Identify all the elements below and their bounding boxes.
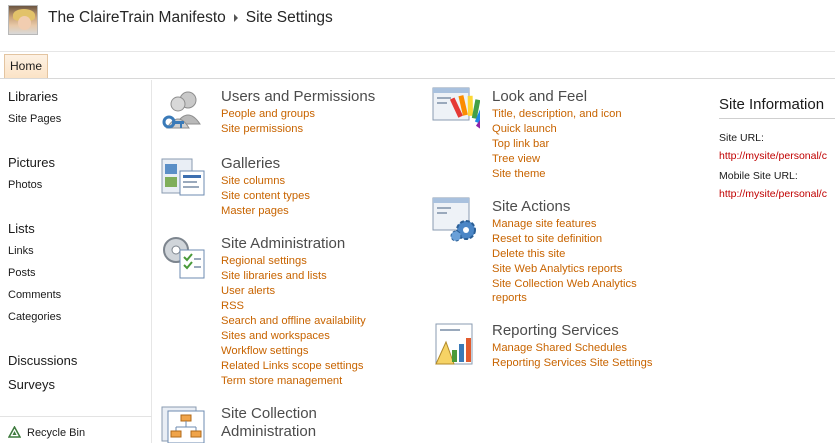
breadcrumb-separator-icon xyxy=(233,14,238,22)
mobile-site-url-label: Mobile Site URL: xyxy=(719,170,798,182)
look-and-feel-title: Look and Feel xyxy=(492,88,588,105)
galleries-title: Galleries xyxy=(221,155,281,172)
page-header: The ClaireTrain Manifesto Site Settings xyxy=(0,0,835,52)
ql-item-site-pages[interactable]: Site Pages xyxy=(8,113,61,125)
link-master-pages[interactable]: Master pages xyxy=(221,205,289,217)
site-administration-icon xyxy=(160,232,208,280)
galleries-icon xyxy=(160,153,208,201)
ql-item-photos[interactable]: Photos xyxy=(8,179,42,191)
link-site-web-analytics[interactable]: Site Web Analytics reports xyxy=(492,263,622,275)
link-site-theme[interactable]: Site theme xyxy=(492,168,545,180)
link-site-libraries-lists[interactable]: Site libraries and lists xyxy=(221,270,327,282)
ql-item-links[interactable]: Links xyxy=(8,245,34,257)
page-title: Site Settings xyxy=(245,9,333,26)
link-regional-settings[interactable]: Regional settings xyxy=(221,255,307,267)
link-manage-shared-schedules[interactable]: Manage Shared Schedules xyxy=(492,342,627,354)
link-quick-launch[interactable]: Quick launch xyxy=(492,123,557,135)
link-people-groups[interactable]: People and groups xyxy=(221,108,315,120)
link-tree-view[interactable]: Tree view xyxy=(492,153,540,165)
site-title-link[interactable]: The ClaireTrain Manifesto xyxy=(48,9,226,27)
link-search-offline[interactable]: Search and offline availability xyxy=(221,315,366,327)
ql-heading-lists[interactable]: Lists xyxy=(8,221,35,236)
reporting-services-icon xyxy=(432,320,480,368)
link-top-link-bar[interactable]: Top link bar xyxy=(492,138,549,150)
users-permissions-icon xyxy=(160,88,208,136)
ql-item-comments[interactable]: Comments xyxy=(8,289,61,301)
ql-item-categories[interactable]: Categories xyxy=(8,311,61,323)
link-manage-site-features[interactable]: Manage site features xyxy=(492,218,596,230)
look-and-feel-icon xyxy=(432,86,489,134)
site-actions-title: Site Actions xyxy=(492,198,571,215)
site-collection-admin-title-1: Site Collection xyxy=(221,405,317,422)
ql-divider xyxy=(0,416,152,417)
ql-heading-pictures[interactable]: Pictures xyxy=(8,155,55,170)
ql-heading-discussions[interactable]: Discussions xyxy=(8,353,77,368)
recycle-bin-label: Recycle Bin xyxy=(27,426,86,439)
link-site-collection-web-analytics[interactable]: Site Collection Web Analytics xyxy=(492,278,637,290)
users-permissions-title: Users and Permissions xyxy=(221,88,376,105)
ql-heading-surveys[interactable]: Surveys xyxy=(8,377,55,392)
link-reporting-services-site-settings[interactable]: Reporting Services Site Settings xyxy=(492,357,652,369)
ql-heading-libraries[interactable]: Libraries xyxy=(8,89,58,104)
link-sites-workspaces[interactable]: Sites and workspaces xyxy=(221,330,330,342)
site-url-value[interactable]: http://mysite/personal/c xyxy=(719,150,827,162)
breadcrumb: The ClaireTrain Manifesto Site Settings xyxy=(48,9,333,27)
top-navigation: Home xyxy=(0,52,835,79)
site-collection-admin-icon xyxy=(160,405,208,443)
quick-launch: Libraries Site Pages Pictures Photos Lis… xyxy=(0,80,152,443)
link-term-store[interactable]: Term store management xyxy=(221,375,342,387)
link-rss[interactable]: RSS xyxy=(221,300,244,312)
link-site-columns[interactable]: Site columns xyxy=(221,175,285,187)
link-related-links-scope[interactable]: Related Links scope settings xyxy=(221,360,363,372)
user-avatar[interactable] xyxy=(8,5,38,35)
ql-item-posts[interactable]: Posts xyxy=(8,267,36,279)
site-url-label: Site URL: xyxy=(719,132,764,144)
recycle-bin-link[interactable]: Recycle Bin xyxy=(7,425,86,439)
link-title-description-icon[interactable]: Title, description, and icon xyxy=(492,108,622,120)
site-information-title: Site Information xyxy=(719,96,825,113)
link-site-collection-web-analytics-cont[interactable]: reports xyxy=(492,292,527,304)
link-user-alerts[interactable]: User alerts xyxy=(221,285,275,297)
link-workflow-settings[interactable]: Workflow settings xyxy=(221,345,308,357)
link-site-permissions[interactable]: Site permissions xyxy=(221,123,303,135)
site-actions-icon xyxy=(432,196,480,244)
mobile-site-url-value[interactable]: http://mysite/personal/c xyxy=(719,188,827,200)
link-delete-site[interactable]: Delete this site xyxy=(492,248,565,260)
reporting-services-title: Reporting Services xyxy=(492,322,619,339)
link-site-content-types[interactable]: Site content types xyxy=(221,190,310,202)
site-collection-admin-title-2: Administration xyxy=(221,423,317,440)
site-information-divider xyxy=(719,118,835,119)
recycle-bin-icon xyxy=(7,425,22,439)
tab-home[interactable]: Home xyxy=(4,54,49,78)
site-administration-title: Site Administration xyxy=(221,235,346,252)
link-reset-site-definition[interactable]: Reset to site definition xyxy=(492,233,602,245)
